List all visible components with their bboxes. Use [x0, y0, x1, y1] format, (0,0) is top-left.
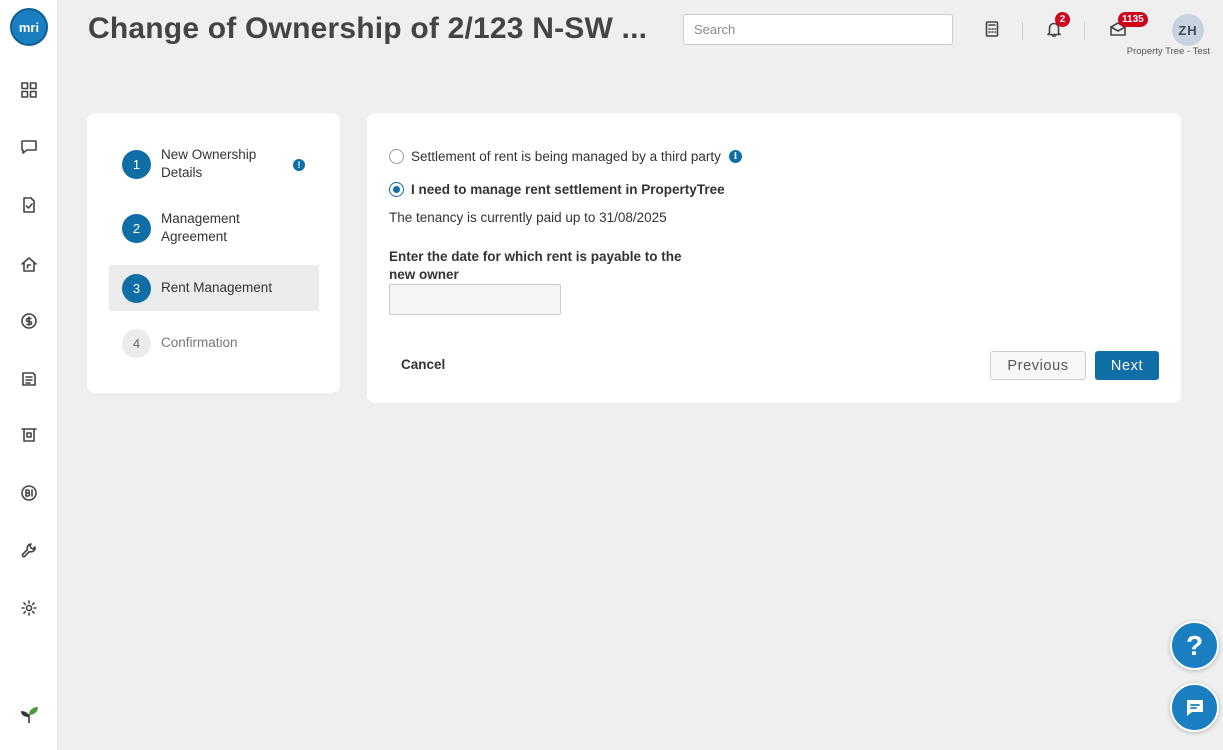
settings-icon[interactable] — [17, 596, 41, 620]
step-number: 4 — [122, 328, 151, 358]
radio-button[interactable] — [389, 149, 404, 164]
reports-icon[interactable] — [17, 367, 41, 391]
financials-icon[interactable] — [17, 309, 41, 333]
step-rent-management[interactable]: 3 Rent Management — [109, 265, 319, 311]
chat-icon — [1186, 699, 1203, 716]
notifications-badge: 2 — [1055, 12, 1070, 27]
step-label: Management Agreement — [161, 211, 240, 244]
properties-icon[interactable] — [17, 252, 41, 276]
paid-up-text: The tenancy is currently paid up to 31/0… — [389, 210, 667, 225]
step-management-agreement[interactable]: 2 Management Agreement — [109, 205, 319, 251]
page-title: Change of Ownership of 2/123 N-SW ... — [88, 12, 648, 45]
previous-button[interactable]: Previous — [990, 351, 1086, 380]
radio-label: Settlement of rent is being managed by a… — [411, 149, 721, 164]
header-divider — [1084, 22, 1085, 40]
rent-payable-date-input[interactable] — [389, 284, 561, 315]
inspections-icon[interactable] — [17, 423, 41, 447]
sidebar: mri — [0, 0, 58, 750]
search-input[interactable] — [683, 14, 953, 45]
dashboard-icon[interactable] — [17, 78, 41, 102]
tasks-icon[interactable] — [17, 193, 41, 217]
bi-icon[interactable] — [17, 481, 41, 505]
radio-label: I need to manage rent settlement in Prop… — [411, 182, 725, 197]
next-button[interactable]: Next — [1095, 351, 1159, 380]
step-number: 3 — [122, 273, 151, 303]
step-label: New Ownership Details — [161, 147, 257, 180]
warning-icon: ! — [293, 159, 305, 171]
radio-property-tree[interactable]: I need to manage rent settlement in Prop… — [389, 182, 725, 197]
step-label: Confirmation — [161, 335, 238, 350]
logo-text: mri — [18, 19, 40, 35]
step-new-ownership-details[interactable]: 1 New Ownership Details — [109, 141, 319, 187]
radio-third-party[interactable]: Settlement of rent is being managed by a… — [389, 149, 742, 164]
info-icon[interactable]: i — [728, 150, 742, 163]
inbox-badge: 1135 — [1118, 12, 1148, 27]
step-confirmation[interactable]: 4 Confirmation — [109, 320, 319, 366]
messages-icon[interactable] — [17, 135, 41, 159]
step-number: 1 — [122, 149, 151, 179]
date-field-label: Enter the date for which rent is payable… — [389, 249, 682, 282]
wizard-steps: 1 New Ownership Details ! 2 Management A… — [87, 113, 340, 393]
rent-management-form: Settlement of rent is being managed by a… — [367, 113, 1181, 403]
org-name: Property Tree - Test — [1126, 46, 1210, 57]
cancel-button[interactable]: Cancel — [401, 357, 445, 372]
mri-logo[interactable]: mri — [10, 8, 48, 46]
header-divider — [1022, 22, 1023, 40]
leaf-icon — [17, 703, 41, 727]
help-button[interactable]: ? — [1170, 621, 1219, 670]
user-avatar[interactable]: ZH — [1172, 14, 1204, 46]
chat-button[interactable] — [1170, 683, 1219, 732]
step-number: 2 — [122, 213, 151, 243]
calculator-icon[interactable] — [980, 17, 1004, 41]
help-icon: ? — [1185, 629, 1204, 661]
radio-button-checked[interactable] — [389, 182, 404, 197]
step-label: Rent Management — [161, 280, 273, 295]
tools-icon[interactable] — [17, 539, 41, 563]
